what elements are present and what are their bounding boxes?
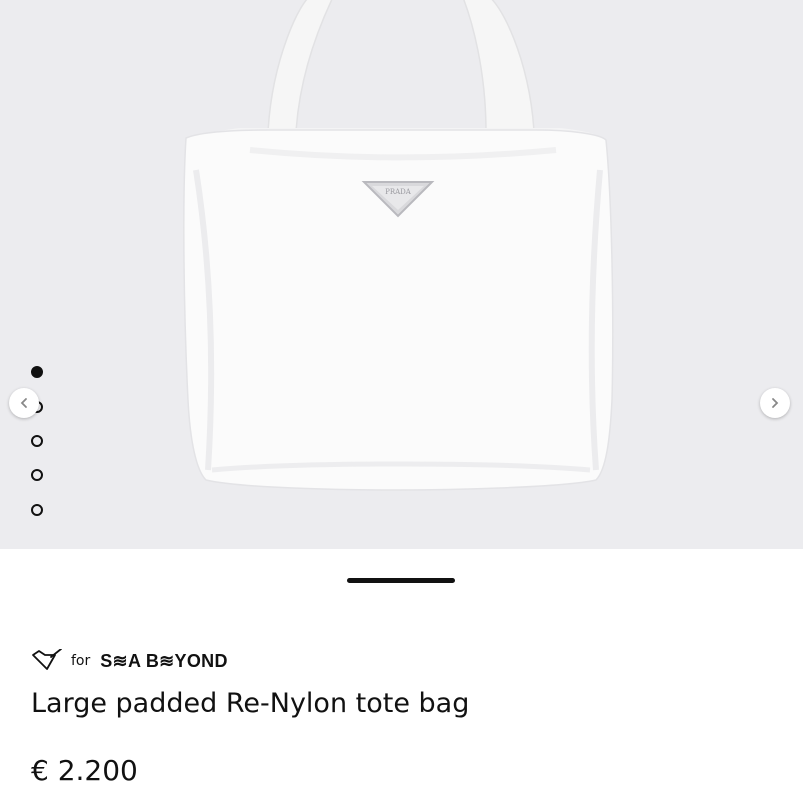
slide-dot-1[interactable] bbox=[31, 366, 43, 378]
slide-dot-4[interactable] bbox=[31, 469, 43, 481]
badge-brand: S≋A B≋YOND bbox=[100, 650, 228, 671]
slide-dot-3[interactable] bbox=[31, 435, 43, 447]
previous-image-button[interactable] bbox=[9, 388, 39, 418]
gallery-scroll-indicator bbox=[347, 578, 455, 583]
chevron-left-icon bbox=[20, 398, 27, 408]
slide-dot-5[interactable] bbox=[31, 504, 43, 516]
logo-text: PRADA bbox=[385, 188, 412, 196]
product-title: Large padded Re-Nylon tote bag bbox=[31, 688, 470, 719]
sea-beyond-badge[interactable]: for S≋A B≋YOND bbox=[31, 648, 228, 674]
next-image-button[interactable] bbox=[760, 388, 790, 418]
chevron-right-icon bbox=[772, 398, 779, 408]
heart-check-icon bbox=[32, 649, 62, 670]
product-price: € 2.200 bbox=[31, 754, 138, 787]
badge-for-label: for bbox=[71, 653, 91, 669]
product-image-gallery[interactable]: PRADA bbox=[0, 0, 803, 549]
product-image: PRADA bbox=[183, 0, 614, 491]
